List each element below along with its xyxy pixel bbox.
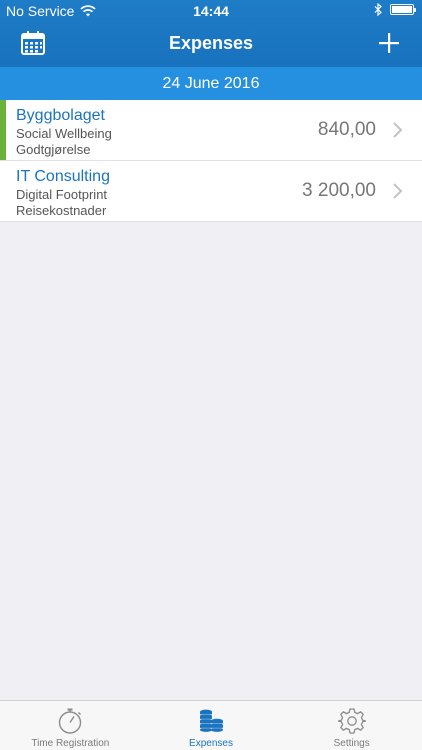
expense-list: Byggbolaget Social Wellbeing Godtgjørels… bbox=[0, 100, 422, 222]
tab-expenses[interactable]: Expenses bbox=[141, 701, 282, 750]
plus-icon bbox=[379, 33, 399, 53]
expense-amount: 3 200,00 bbox=[302, 180, 376, 201]
stopwatch-icon bbox=[59, 708, 82, 734]
expense-texts: IT Consulting Digital Footprint Reisekos… bbox=[16, 167, 110, 219]
expense-category: Reisekostnader bbox=[16, 203, 107, 218]
customer-name: Byggbolaget bbox=[16, 107, 105, 124]
expense-row[interactable]: IT Consulting Digital Footprint Reisekos… bbox=[0, 161, 422, 222]
tab-label: Time Registration bbox=[31, 738, 110, 749]
customer-name: IT Consulting bbox=[16, 168, 110, 185]
status-bar: No Service 14:44 bbox=[0, 0, 422, 22]
chevron-right-icon bbox=[393, 183, 403, 199]
project-name: Social Wellbeing bbox=[16, 126, 112, 141]
date-header: 24 June 2016 bbox=[0, 67, 422, 100]
tab-bar: Time Registration Expenses Settings bbox=[0, 700, 422, 750]
expense-row[interactable]: Byggbolaget Social Wellbeing Godtgjørels… bbox=[0, 100, 422, 161]
page-title: Expenses bbox=[168, 33, 254, 53]
add-expense-button[interactable] bbox=[374, 28, 404, 58]
tab-label: Expenses bbox=[189, 738, 233, 749]
coins-icon bbox=[200, 709, 223, 732]
bluetooth-icon bbox=[374, 3, 382, 16]
gear-icon bbox=[337, 708, 366, 734]
status-right bbox=[374, 3, 416, 16]
expense-category: Godtgjørelse bbox=[16, 142, 91, 157]
project-name: Digital Footprint bbox=[16, 187, 108, 202]
battery-icon bbox=[390, 4, 416, 15]
chevron-right-icon bbox=[393, 122, 403, 138]
expense-texts: Byggbolaget Social Wellbeing Godtgjørels… bbox=[16, 106, 112, 158]
tab-time-registration[interactable]: Time Registration bbox=[0, 701, 141, 750]
status-time: 14:44 bbox=[193, 3, 229, 19]
tab-settings[interactable]: Settings bbox=[281, 701, 422, 750]
app-header: No Service 14:44 Expenses bbox=[0, 0, 422, 67]
expense-amount: 840,00 bbox=[317, 119, 376, 140]
tab-label: Settings bbox=[333, 738, 370, 749]
selected-indicator bbox=[0, 100, 6, 160]
